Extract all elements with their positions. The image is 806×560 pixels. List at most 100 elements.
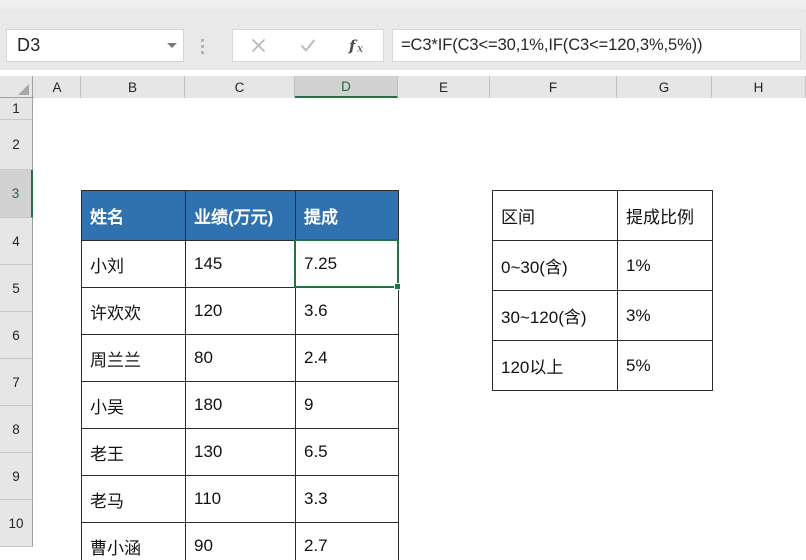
column-header-F-label: F: [548, 79, 558, 95]
column-header-commission: 提成: [295, 190, 399, 241]
row-header-9-label: 9: [12, 468, 20, 484]
row-header-7[interactable]: 7: [0, 359, 33, 406]
row-header-6[interactable]: 6: [0, 312, 33, 359]
column-header-C-label: C: [234, 79, 245, 95]
row-header-7-label: 7: [12, 374, 20, 390]
commission-table: 姓名 业绩(万元) 提成 小刘 145 7.25 许欢欢 120 3.6 周兰兰: [81, 190, 399, 560]
row-header-10[interactable]: 10: [0, 500, 33, 547]
table-row[interactable]: 曹小涵 90 2.7: [81, 522, 399, 560]
column-header-name: 姓名: [81, 190, 186, 241]
formula-input[interactable]: =C3*IF(C3<=30,1%,IF(C3<=120,3%,5%)): [392, 29, 801, 62]
row-header-1-label: 1: [12, 101, 20, 116]
cell-performance[interactable]: 110: [185, 475, 296, 523]
cell-name[interactable]: 许欢欢: [81, 287, 186, 335]
formula-text: =C3*IF(C3<=30,1%,IF(C3<=120,3%,5%)): [401, 36, 703, 54]
row-header-9[interactable]: 9: [0, 453, 33, 500]
name-box-value: D3: [17, 35, 41, 55]
cell-name[interactable]: 老马: [81, 475, 186, 523]
column-header-G[interactable]: G: [617, 76, 712, 98]
table-row[interactable]: 老马 110 3.3: [81, 475, 399, 523]
cell-range[interactable]: 120以上: [492, 340, 618, 391]
column-header-D[interactable]: D: [295, 76, 398, 98]
formula-bar-drag-handle-icon[interactable]: [196, 34, 208, 58]
row-header-4-label: 4: [12, 233, 20, 249]
table-row[interactable]: 小刘 145 7.25: [81, 240, 399, 288]
svg-text:x: x: [357, 42, 364, 55]
column-header-performance: 业绩(万元): [185, 190, 296, 241]
cell-commission[interactable]: 7.25: [295, 240, 399, 288]
confirm-formula-button[interactable]: [283, 30, 333, 61]
cell-performance[interactable]: 120: [185, 287, 296, 335]
row-header-3[interactable]: 3: [0, 170, 33, 218]
table-row[interactable]: 周兰兰 80 2.4: [81, 334, 399, 382]
cell-name[interactable]: 周兰兰: [81, 334, 186, 382]
table-row[interactable]: 老王 130 6.5: [81, 428, 399, 476]
cell-performance[interactable]: 145: [185, 240, 296, 288]
rate-table-row[interactable]: 0~30(含) 1%: [492, 240, 713, 291]
rate-table-row[interactable]: 30~120(含) 3%: [492, 290, 713, 341]
column-header-A[interactable]: A: [34, 76, 81, 98]
row-header-5[interactable]: 5: [0, 265, 33, 312]
formula-bar-buttons: f x: [232, 29, 384, 62]
cell-performance[interactable]: 130: [185, 428, 296, 476]
column-header-E[interactable]: E: [398, 76, 490, 98]
formula-bar-row: D3 f x =C3*IF(C3<=30,1%,IF(C3<=120,3%,5%…: [0, 12, 806, 70]
column-header-E-label: E: [438, 79, 448, 95]
row-header-10-label: 10: [8, 515, 24, 531]
cell-commission[interactable]: 3.6: [295, 287, 399, 335]
select-all-corner-button[interactable]: [0, 76, 33, 98]
rate-table-header-row: 区间 提成比例: [492, 190, 713, 241]
column-header-B[interactable]: B: [81, 76, 185, 98]
cell-rate[interactable]: 1%: [617, 240, 713, 291]
rate-table-row[interactable]: 120以上 5%: [492, 340, 713, 391]
row-header-8-label: 8: [12, 421, 20, 437]
column-header-H[interactable]: H: [712, 76, 806, 98]
table-body: 小刘 145 7.25 许欢欢 120 3.6 周兰兰 80 2.4 小吴 18…: [81, 240, 399, 560]
cell-rate[interactable]: 5%: [617, 340, 713, 391]
row-header-2[interactable]: 2: [0, 120, 33, 170]
cell-commission[interactable]: 2.4: [295, 334, 399, 382]
cell-performance[interactable]: 180: [185, 381, 296, 429]
worksheet-grid: A B C D E F G H 1 2 3 4 5 6 7 8 9 10 姓名 …: [0, 70, 806, 560]
cell-commission[interactable]: 2.7: [295, 522, 399, 560]
cancel-formula-button[interactable]: [233, 30, 283, 61]
column-header-A-label: A: [52, 79, 62, 95]
column-header-B-label: B: [127, 79, 137, 95]
column-header-rate: 提成比例: [617, 190, 713, 241]
cell-performance[interactable]: 90: [185, 522, 296, 560]
name-box-dropdown-icon[interactable]: [161, 30, 183, 61]
ribbon-bottom-strip: [0, 0, 806, 12]
excel-window: D3 f x =C3*IF(C3<=30,1%,IF(C3<=120,3%,5%…: [0, 0, 806, 560]
cell-rate[interactable]: 3%: [617, 290, 713, 341]
row-header-1[interactable]: 1: [0, 98, 33, 120]
row-header-5-label: 5: [12, 280, 20, 296]
table-header-row: 姓名 业绩(万元) 提成: [81, 190, 399, 241]
cell-commission[interactable]: 9: [295, 381, 399, 429]
row-header-2-label: 2: [12, 137, 20, 152]
insert-function-button[interactable]: f x: [333, 30, 383, 61]
cell-name[interactable]: 曹小涵: [81, 522, 186, 560]
cell-range[interactable]: 0~30(含): [492, 240, 618, 291]
table-row[interactable]: 许欢欢 120 3.6: [81, 287, 399, 335]
column-header-G-label: G: [658, 79, 670, 95]
row-header-8[interactable]: 8: [0, 406, 33, 453]
cell-performance[interactable]: 80: [185, 334, 296, 382]
column-header-range: 区间: [492, 190, 618, 241]
cell-range[interactable]: 30~120(含): [492, 290, 618, 341]
name-box[interactable]: D3: [6, 29, 184, 62]
fill-handle[interactable]: [394, 283, 401, 290]
cell-commission[interactable]: 6.5: [295, 428, 399, 476]
row-header-4[interactable]: 4: [0, 218, 33, 265]
column-header-H-label: H: [753, 79, 764, 95]
column-header-D-label: D: [341, 78, 351, 94]
cell-name[interactable]: 小刘: [81, 240, 186, 288]
select-all-triangle-icon: [18, 84, 29, 95]
cell-name[interactable]: 老王: [81, 428, 186, 476]
column-header-F[interactable]: F: [490, 76, 617, 98]
table-row[interactable]: 小吴 180 9: [81, 381, 399, 429]
commission-rate-table: 区间 提成比例 0~30(含) 1% 30~120(含) 3% 120以上 5%: [492, 190, 713, 391]
row-header-3-label: 3: [11, 186, 20, 201]
cell-commission[interactable]: 3.3: [295, 475, 399, 523]
cell-name[interactable]: 小吴: [81, 381, 186, 429]
column-header-C[interactable]: C: [185, 76, 295, 98]
